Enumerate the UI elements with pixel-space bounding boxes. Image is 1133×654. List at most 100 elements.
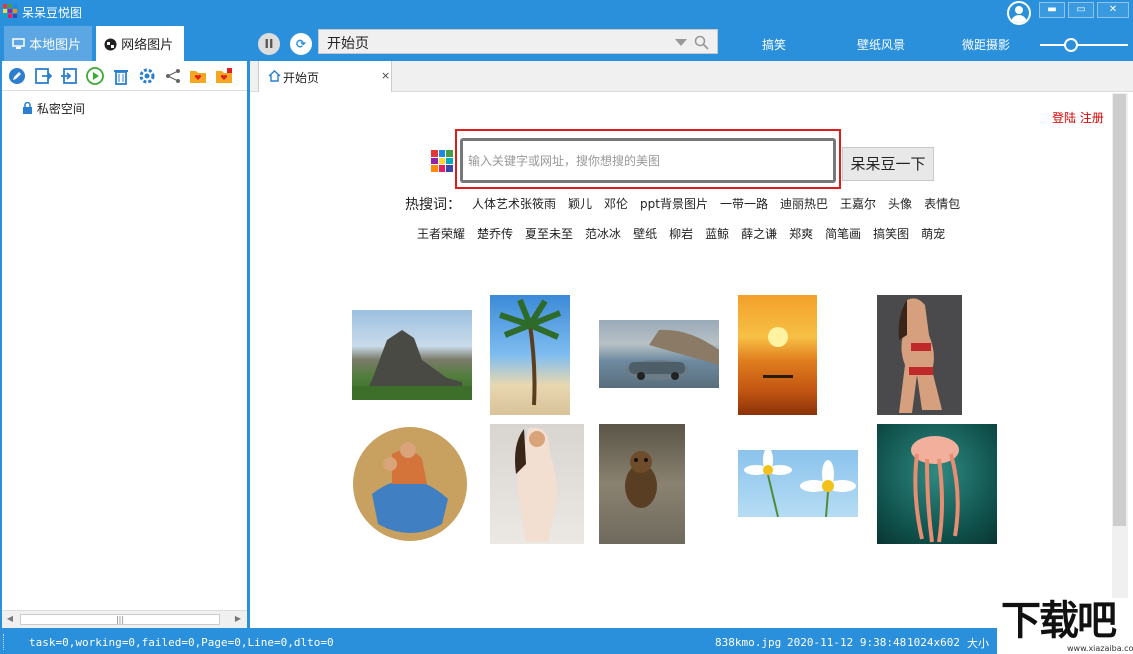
- hot-search-term[interactable]: 柳岩: [669, 227, 693, 241]
- hot-search-row-2: 王者荣耀 楚乔传 夏至未至 范冰冰 壁纸 柳岩 蓝鲸 薛之谦 郑爽 简笔画 搞笑图 萌宠: [417, 225, 957, 242]
- share-icon[interactable]: [164, 67, 182, 85]
- hot-search-term[interactable]: 薛之谦: [741, 227, 777, 241]
- hot-search-term[interactable]: 郑爽: [789, 227, 813, 241]
- minimize-button[interactable]: ▬: [1039, 2, 1065, 18]
- page-tabstrip: 开始页 ×: [250, 61, 1133, 92]
- scrollbar-thumb[interactable]: |||: [20, 614, 220, 625]
- hot-search-label: 热搜词：: [405, 197, 461, 213]
- sidebar-toolbar: [2, 61, 247, 91]
- globe-icon: [104, 38, 117, 51]
- scroll-left-arrow-icon[interactable]: ◀: [5, 614, 15, 626]
- watermark-text: 下载吧: [1001, 597, 1117, 644]
- status-grip-icon: [3, 634, 13, 650]
- hot-search-term[interactable]: 一带一路: [720, 197, 768, 211]
- thumbnail-image[interactable]: [599, 320, 719, 388]
- play-icon[interactable]: [86, 67, 104, 85]
- delete-icon[interactable]: [112, 67, 130, 85]
- tab-local-label: 本地图片: [29, 38, 82, 53]
- watermark-logo: 下载吧 www.xiazaiba.com: [997, 598, 1133, 654]
- tab-start-page[interactable]: 开始页 ×: [258, 61, 392, 92]
- status-dimensions: 1024x602: [907, 636, 960, 649]
- pause-button[interactable]: II: [258, 33, 280, 55]
- settings-gear-icon[interactable]: [138, 67, 156, 85]
- status-bar: task=0,working=0,failed=0,Page=0,Line=0,…: [0, 630, 1133, 654]
- sidebar-horizontal-scrollbar[interactable]: ◀ ||| ▶: [2, 610, 247, 628]
- dropdown-arrow-icon[interactable]: [675, 39, 687, 46]
- hot-search-term[interactable]: 萌宠: [921, 227, 945, 241]
- zoom-slider-knob[interactable]: [1063, 38, 1078, 52]
- search-icon[interactable]: [694, 35, 709, 50]
- thumbnail-image[interactable]: [877, 424, 997, 544]
- thumbnail-image[interactable]: [352, 310, 472, 400]
- login-register-link[interactable]: 登陆 注册: [1052, 109, 1104, 126]
- tree-item-label: 私密空间: [36, 102, 85, 116]
- hot-search-term[interactable]: 王者荣耀: [417, 227, 465, 241]
- tab-start-page-label: 开始页: [283, 71, 320, 85]
- refresh-button[interactable]: ⟳: [290, 33, 312, 55]
- source-tabs: 本地图片 网络图片: [0, 24, 250, 61]
- maximize-button[interactable]: ▭: [1068, 2, 1094, 18]
- navigation-bar: II ⟳ 开始页 搞笑 壁纸风景 微距摄影: [250, 24, 1133, 61]
- thumbnail-image[interactable]: [352, 424, 468, 544]
- title-bar: 呆呆豆悦图 ▬ ▭ ✕: [0, 0, 1133, 25]
- image-search-input[interactable]: [460, 138, 836, 183]
- hot-search-term[interactable]: 夏至未至: [525, 227, 573, 241]
- watermark-url: www.xiazaiba.com: [1067, 644, 1133, 653]
- address-bar[interactable]: 开始页: [318, 29, 718, 54]
- thumbnail-image[interactable]: [738, 450, 858, 517]
- thumbnail-image[interactable]: [490, 295, 570, 415]
- tab-network-label: 网络图片: [121, 38, 174, 53]
- hot-search-term[interactable]: 王嘉尔: [840, 197, 876, 211]
- lock-icon: [23, 101, 32, 114]
- hot-search-term[interactable]: ppt背景图片: [640, 197, 708, 211]
- hot-search-term[interactable]: 简笔画: [825, 227, 861, 241]
- thumbnail-image[interactable]: [490, 424, 584, 544]
- nav-link-macro[interactable]: 微距摄影: [962, 36, 1010, 53]
- close-button[interactable]: ✕: [1097, 2, 1129, 18]
- thumbnail-image[interactable]: [738, 295, 817, 415]
- zoom-slider[interactable]: [1040, 38, 1128, 52]
- home-icon: [268, 70, 281, 82]
- app-window: 呆呆豆悦图 ▬ ▭ ✕ 本地图片 网络图片 II ⟳ 开始页 搞笑 壁纸风景 微…: [0, 0, 1133, 654]
- status-size: 大小: [967, 637, 989, 650]
- hot-search-term[interactable]: 蓝鲸: [705, 227, 729, 241]
- search-submit-button[interactable]: 呆呆豆一下: [842, 147, 934, 181]
- user-avatar-icon[interactable]: [1007, 1, 1031, 25]
- scrollbar-thumb[interactable]: [1113, 94, 1126, 526]
- status-timestamp: 2020-11-12 9:38:48: [787, 636, 907, 649]
- monitor-icon: [12, 38, 25, 49]
- export-icon[interactable]: [34, 67, 52, 85]
- thumbnail-image[interactable]: [599, 424, 685, 544]
- favorite-folder-icon[interactable]: [189, 67, 207, 85]
- tab-network-images[interactable]: 网络图片: [96, 26, 184, 61]
- tab-close-icon[interactable]: ×: [381, 69, 390, 82]
- hot-search-term[interactable]: 人体艺术张筱雨: [472, 197, 556, 211]
- status-task-info: task=0,working=0,failed=0,Page=0,Line=0,…: [29, 636, 334, 649]
- browser-content: 开始页 × 登陆 注册 呆呆豆一下 热搜词： 人体艺术张筱雨颖儿邓伦 ppt背景图…: [250, 61, 1133, 628]
- hot-search-term[interactable]: 壁纸: [633, 227, 657, 241]
- hot-search-term[interactable]: 头像: [888, 197, 912, 211]
- app-logo-icon: [3, 4, 17, 18]
- tree-item-private-space[interactable]: 私密空间: [22, 100, 85, 117]
- hot-search-term[interactable]: 楚乔传: [477, 227, 513, 241]
- hot-search-row-1: 人体艺术张筱雨 颖儿 邓伦 ppt背景图片 一带一路 迪丽热巴 王嘉尔 头像 表情包: [472, 195, 972, 212]
- scroll-right-arrow-icon[interactable]: ▶: [233, 614, 243, 626]
- hot-search-term[interactable]: 搞笑图: [873, 227, 909, 241]
- hot-search-term[interactable]: 邓伦: [604, 197, 628, 211]
- vertical-scrollbar[interactable]: [1112, 93, 1128, 628]
- favorite-add-folder-icon[interactable]: [215, 67, 233, 85]
- thumbnail-image[interactable]: [877, 295, 962, 415]
- search-logo-icon: [431, 150, 453, 172]
- nav-link-funny[interactable]: 搞笑: [762, 36, 786, 53]
- app-title: 呆呆豆悦图: [22, 6, 83, 20]
- hot-search-term[interactable]: 迪丽热巴: [780, 197, 828, 211]
- address-text: 开始页: [327, 36, 369, 52]
- hot-search-term[interactable]: 颖儿: [568, 197, 592, 211]
- hot-search-term[interactable]: 范冰冰: [585, 227, 621, 241]
- nav-link-wallpaper[interactable]: 壁纸风景: [857, 36, 905, 53]
- edit-icon[interactable]: [8, 67, 26, 85]
- tab-local-images[interactable]: 本地图片: [4, 26, 92, 61]
- import-icon[interactable]: [60, 67, 78, 85]
- status-filename: 838kmo.jpg: [715, 636, 782, 649]
- hot-search-term[interactable]: 表情包: [924, 197, 960, 211]
